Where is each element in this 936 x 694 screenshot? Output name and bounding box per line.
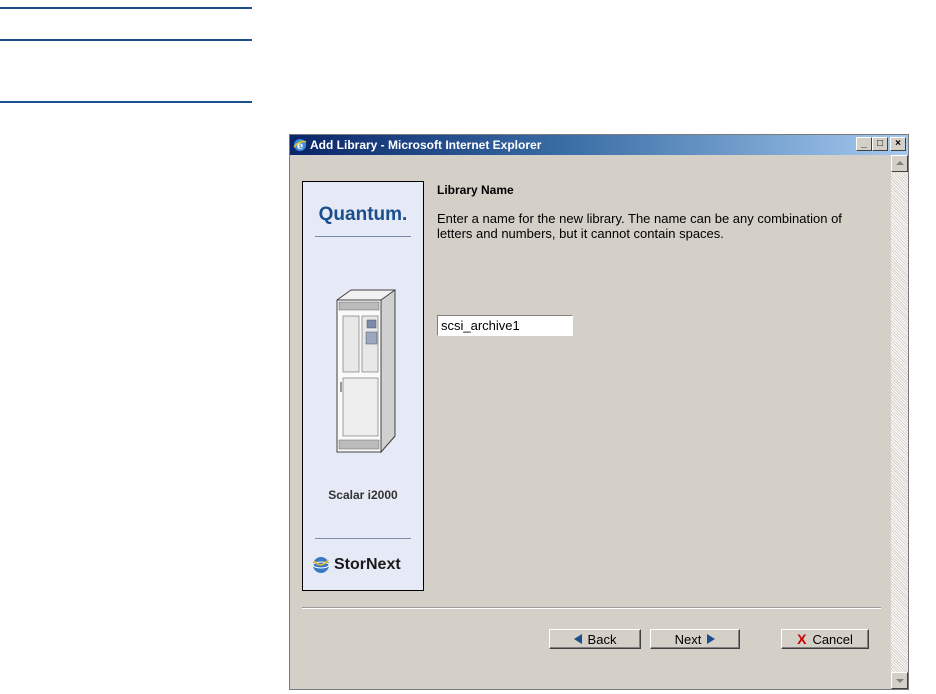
instructions-text: Enter a name for the new library. The na… (437, 211, 842, 241)
window-controls: _ □ × (856, 137, 906, 151)
library-name-input[interactable] (437, 315, 573, 336)
button-separator (302, 607, 881, 609)
scroll-down-icon (896, 679, 904, 683)
maximize-button[interactable]: □ (872, 137, 888, 151)
product-name: Scalar i2000 (328, 488, 398, 502)
ie-icon: e (293, 139, 307, 152)
scroll-down-button[interactable] (891, 672, 908, 689)
wizard-content: Quantum. Scalar i2000 StorNext Library N… (290, 155, 891, 689)
back-button[interactable]: Back (549, 629, 641, 649)
x-icon: X (797, 631, 807, 647)
next-label: Next (674, 631, 702, 647)
back-label: Back (587, 631, 617, 647)
header-rule-1 (0, 7, 252, 9)
product-banner: Quantum. Scalar i2000 StorNext (302, 181, 424, 591)
library-cabinet-image (336, 289, 396, 454)
title-bar[interactable]: e Add Library - Microsoft Internet Explo… (290, 135, 908, 155)
close-button[interactable]: × (890, 137, 906, 151)
window-title: Add Library - Microsoft Internet Explore… (310, 138, 542, 152)
page-heading: Library Name (437, 183, 514, 197)
stornext-logo: StorNext (311, 554, 401, 576)
globe-icon (312, 557, 330, 573)
header-rule-3 (0, 101, 252, 103)
arrow-right-icon (707, 634, 716, 644)
cancel-label: Cancel (812, 631, 853, 647)
banner-divider-bottom (315, 538, 411, 539)
vertical-scrollbar[interactable] (891, 155, 908, 689)
stornext-label: StorNext (334, 556, 401, 573)
arrow-left-icon (573, 634, 582, 644)
quantum-logo: Quantum. (318, 204, 408, 225)
next-button[interactable]: Next (650, 629, 740, 649)
cancel-button[interactable]: X Cancel (781, 629, 869, 649)
banner-divider-top (315, 236, 411, 237)
minimize-button[interactable]: _ (856, 137, 872, 151)
header-rule-2 (0, 39, 252, 41)
add-library-window: e Add Library - Microsoft Internet Explo… (289, 134, 909, 690)
scroll-up-button[interactable] (891, 155, 908, 172)
scroll-up-icon (896, 161, 904, 165)
